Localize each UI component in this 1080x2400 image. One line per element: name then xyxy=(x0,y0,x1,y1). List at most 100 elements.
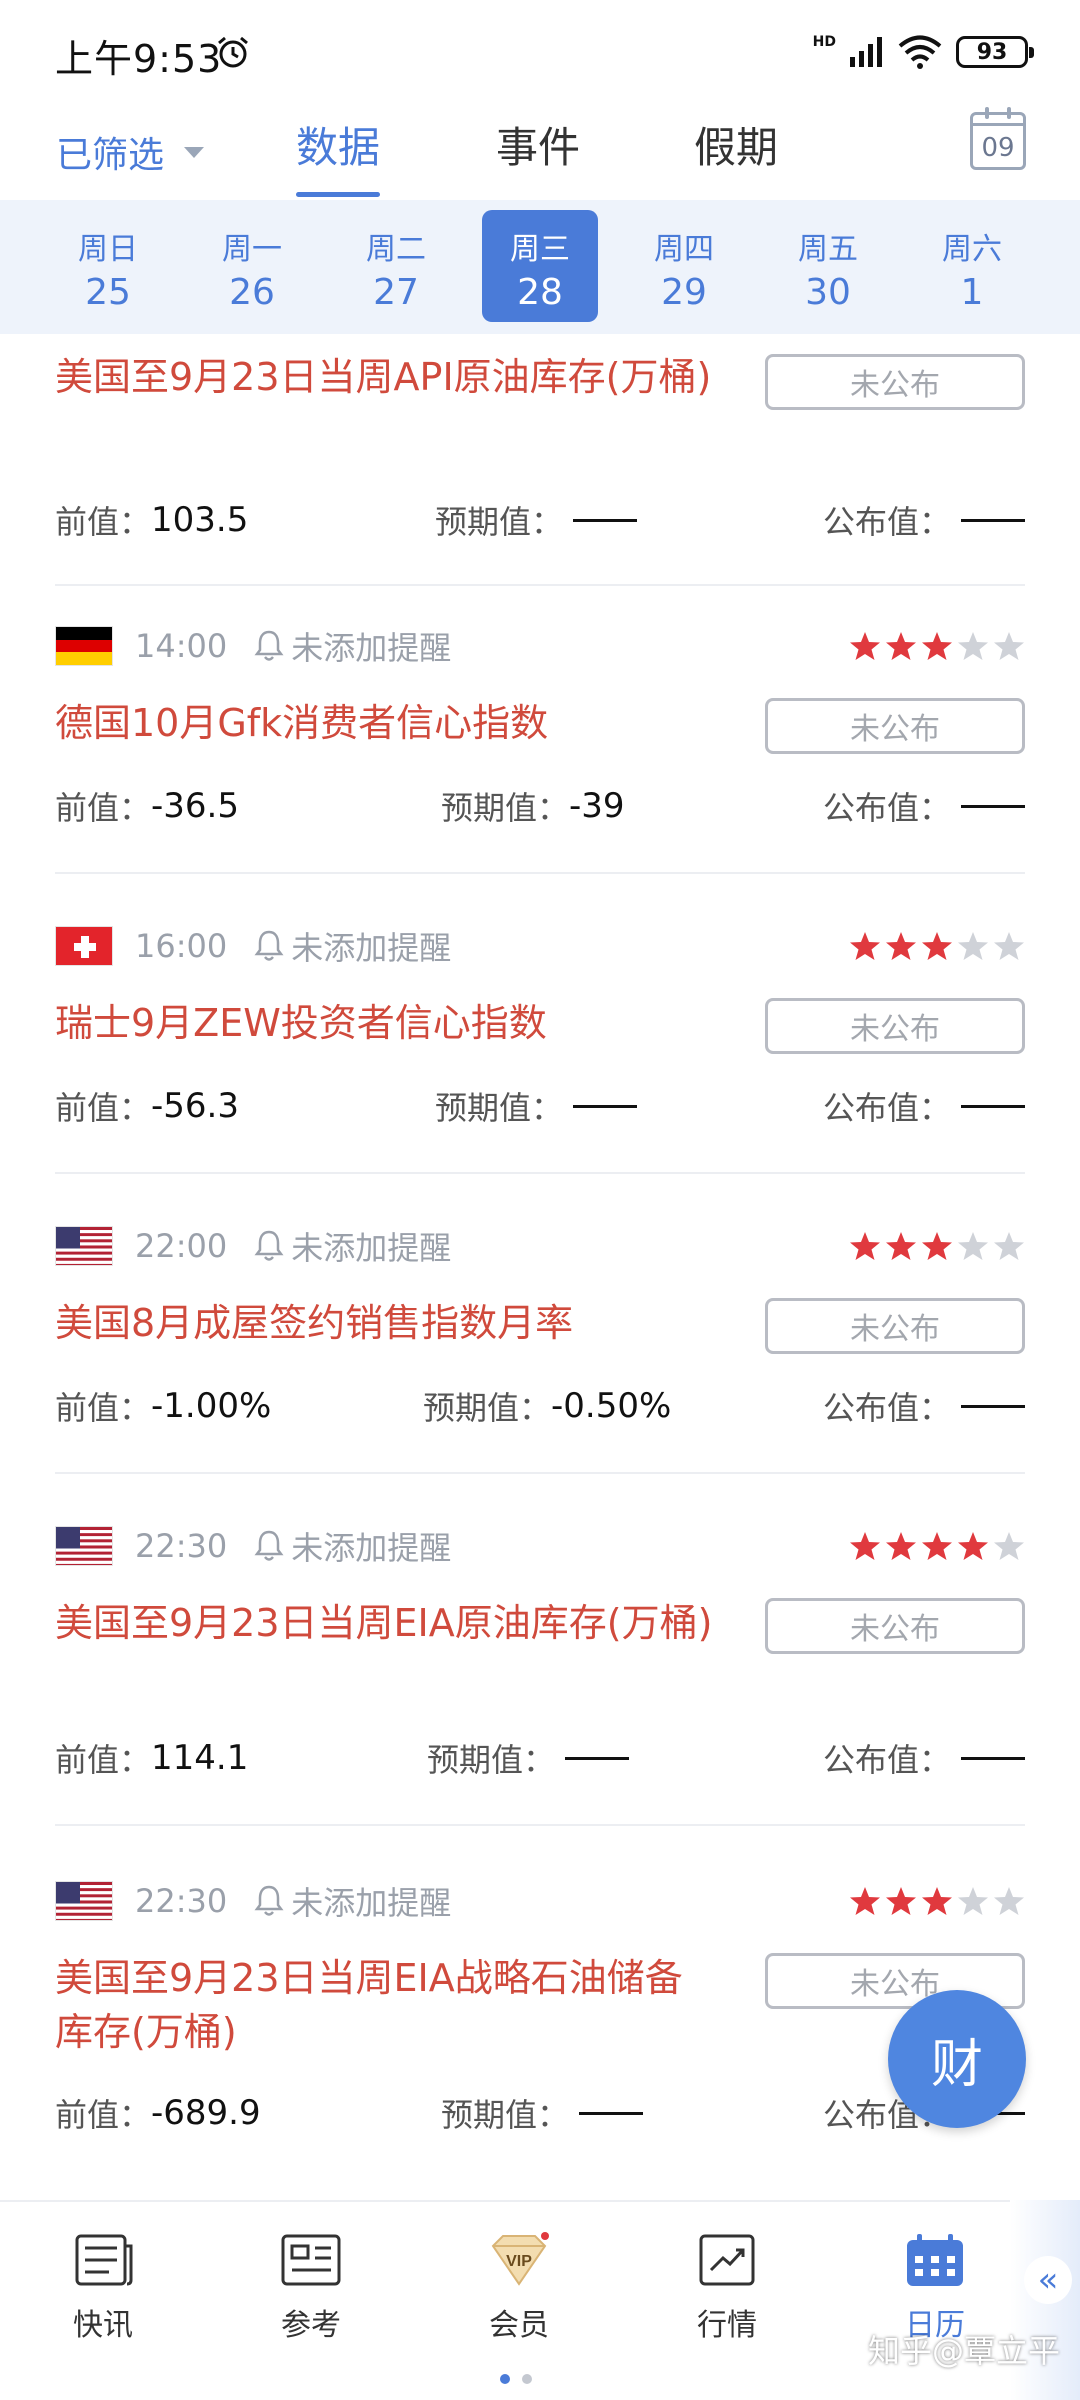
page-dot xyxy=(522,2374,532,2384)
event-values: 前值： 103.5 预期值： 公布值： xyxy=(55,496,1025,544)
day-friday[interactable]: 周五 30 xyxy=(770,210,886,322)
status-badge: 未公布 xyxy=(765,998,1025,1054)
status-badge: 未公布 xyxy=(765,1598,1025,1654)
empty-dash xyxy=(565,1756,630,1760)
finance-assistant-button[interactable]: 财 xyxy=(888,1990,1026,2128)
nav-label: 快讯 xyxy=(73,2308,133,2343)
calendar-icon-bar xyxy=(973,123,1023,126)
star-empty-icon xyxy=(994,1887,1024,1915)
filter-dropdown[interactable]: 已筛选 xyxy=(56,126,205,178)
day-sunday[interactable]: 周日 25 xyxy=(50,210,166,322)
reminder-status[interactable]: 未添加提醒 xyxy=(291,1878,451,1924)
expected-value: 预期值： -0.50% xyxy=(423,1382,671,1430)
star-empty-icon xyxy=(958,932,988,960)
nav-vip[interactable]: VIP 会员 xyxy=(444,2232,594,2344)
filter-label: 已筛选 xyxy=(56,135,165,176)
prev-number: 103.5 xyxy=(151,500,249,540)
empty-dash xyxy=(961,804,1025,808)
star-filled-icon xyxy=(886,932,916,960)
expected-label: 预期值： xyxy=(423,1389,552,1427)
reminder-status[interactable]: 未添加提醒 xyxy=(291,923,451,969)
divider xyxy=(55,1172,1025,1174)
battery-icon: 93 xyxy=(956,36,1034,68)
event-time: 16:00 xyxy=(135,927,228,965)
day-thursday[interactable]: 周四 29 xyxy=(626,210,742,322)
event-meta: 22:30 未添加提醒 xyxy=(55,1879,1025,1923)
day-label: 周二 xyxy=(366,232,426,267)
event-time: 22:00 xyxy=(135,1227,228,1265)
week-strip: 周日 25 周一 26 周二 27 周三 28 周四 29 周五 30 周六 1 xyxy=(0,200,1080,334)
expected-label: 预期值： xyxy=(441,789,570,827)
bell-icon[interactable] xyxy=(253,1884,285,1918)
expected-value: 预期值： xyxy=(435,496,638,544)
reminder-status[interactable]: 未添加提醒 xyxy=(291,1523,451,1569)
usa-flag-graphic xyxy=(56,1527,112,1565)
star-filled-icon xyxy=(850,1532,880,1560)
expected-value: 预期值： xyxy=(427,1734,630,1782)
prev-value: 前值： -56.3 xyxy=(55,1082,239,1130)
tab-holidays[interactable]: 假期 xyxy=(694,114,778,175)
expected-number: -0.50% xyxy=(551,1386,672,1426)
status-icons: HD 93 xyxy=(813,34,1034,70)
event-meta: 22:00 未添加提醒 xyxy=(55,1224,1025,1268)
bell-icon[interactable] xyxy=(253,629,285,663)
event-time: 14:00 xyxy=(135,627,228,665)
importance-stars xyxy=(849,1885,1025,1917)
star-empty-icon xyxy=(994,932,1024,960)
expected-label: 预期值： xyxy=(441,2096,570,2134)
prev-number: -36.5 xyxy=(151,786,239,826)
expected-label: 预期值： xyxy=(427,1741,556,1779)
day-tuesday[interactable]: 周二 27 xyxy=(338,210,454,322)
expected-label: 预期值： xyxy=(435,503,564,541)
event-meta: 14:00 未添加提醒 xyxy=(55,624,1025,668)
prev-label: 前值： xyxy=(55,1741,152,1779)
double-chevron-left-icon: « xyxy=(1024,2256,1072,2304)
star-empty-icon xyxy=(994,632,1024,660)
reminder-status[interactable]: 未添加提醒 xyxy=(291,623,451,669)
empty-dash xyxy=(961,1756,1025,1760)
event-title: 美国至9月23日当周EIA战略石油储备库存(万桶) xyxy=(55,1956,683,2054)
prev-label: 前值： xyxy=(55,1089,152,1127)
tab-data[interactable]: 数据 xyxy=(296,114,381,197)
tab-events[interactable]: 事件 xyxy=(496,114,580,175)
star-empty-icon xyxy=(958,632,988,660)
day-number: 29 xyxy=(661,272,707,313)
prev-number: 114.1 xyxy=(151,1738,249,1778)
star-empty-icon xyxy=(958,1887,988,1915)
day-monday[interactable]: 周一 26 xyxy=(194,210,310,322)
actual-label: 公布值： xyxy=(822,789,951,827)
prev-value: 前值： 103.5 xyxy=(55,496,248,544)
bell-icon[interactable] xyxy=(253,1229,285,1263)
prev-number: -56.3 xyxy=(151,1086,239,1126)
page: 上午9:53 HD 93 已筛选 数据 事件 假期 09 周日 25 周一 26… xyxy=(0,0,1080,2400)
divider xyxy=(55,584,1025,586)
bell-icon[interactable] xyxy=(253,1529,285,1563)
day-saturday[interactable]: 周六 1 xyxy=(914,210,1030,322)
calendar-day: 09 xyxy=(981,133,1015,163)
star-filled-icon xyxy=(922,1532,952,1560)
divider xyxy=(55,872,1025,874)
nav-news[interactable]: 快讯 xyxy=(28,2232,178,2344)
star-filled-icon xyxy=(850,1232,880,1260)
day-wednesday[interactable]: 周三 28 xyxy=(482,210,598,322)
nav-label: 参考 xyxy=(281,2308,341,2343)
germany-flag-icon xyxy=(55,626,113,666)
watermark: 知乎@覃立平 xyxy=(867,2332,1060,2370)
nav-reference[interactable]: 参考 xyxy=(236,2232,386,2344)
prev-number: -1.00% xyxy=(151,1386,272,1426)
star-filled-icon xyxy=(886,1232,916,1260)
nav-market[interactable]: 行情 xyxy=(652,2232,802,2344)
expected-label: 预期值： xyxy=(435,1089,564,1127)
event-title: 美国至9月23日当周EIA原油库存(万桶) xyxy=(55,1601,713,1645)
bell-icon[interactable] xyxy=(253,929,285,963)
day-label: 周五 xyxy=(798,232,858,267)
prev-label: 前值： xyxy=(55,789,152,827)
status-badge: 未公布 xyxy=(765,698,1025,754)
calendar-picker-button[interactable]: 09 xyxy=(970,107,1026,170)
reference-icon xyxy=(281,2234,341,2286)
status-badge: 未公布 xyxy=(765,354,1025,410)
day-number: 26 xyxy=(229,272,275,313)
prev-number: -689.9 xyxy=(151,2093,261,2133)
news-icon xyxy=(75,2234,133,2286)
reminder-status[interactable]: 未添加提醒 xyxy=(291,1223,451,1269)
